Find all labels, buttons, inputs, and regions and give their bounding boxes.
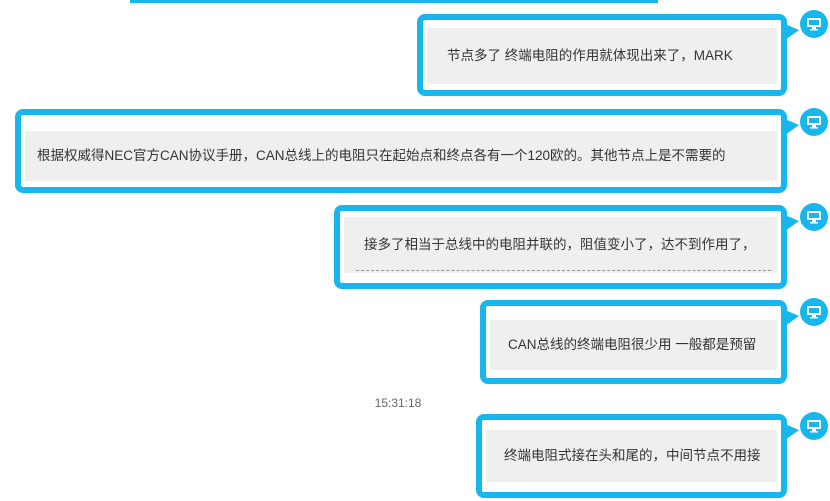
avatar[interactable] — [800, 108, 828, 136]
message-timestamp: 15:31:18 — [374, 396, 422, 410]
message-content: 根据权威得NEC官方CAN协议手册，CAN总线上的电阻只在起始点和终点各有一个1… — [25, 131, 777, 181]
avatar[interactable] — [800, 298, 828, 326]
monitor-icon — [807, 306, 821, 319]
message-content: 终端电阻式接在头和尾的，中间节点不用接 — [486, 430, 777, 482]
monitor-icon — [807, 211, 821, 224]
monitor-icon — [807, 420, 821, 433]
chat-window: 节点多了 终端电阻的作用就体现出来了，MARK 根据权威得NEC官方CAN协议手… — [0, 0, 830, 501]
message-bubble[interactable]: 根据权威得NEC官方CAN协议手册，CAN总线上的电阻只在起始点和终点各有一个1… — [15, 109, 799, 193]
message-text: 接多了相当于总线中的电阻并联的，阻值变小了，达不到作用了， — [364, 237, 756, 252]
message-bubble[interactable]: 节点多了 终端电阻的作用就体现出来了，MARK — [417, 14, 799, 96]
message-bubble[interactable]: 终端电阻式接在头和尾的，中间节点不用接 — [476, 414, 799, 498]
message-content: CAN总线的终端电阻很少用 一般都是预留 — [490, 320, 777, 370]
monitor-icon — [807, 116, 821, 129]
divider — [356, 270, 771, 271]
previous-message-border — [130, 0, 658, 3]
message-bubble[interactable]: CAN总线的终端电阻很少用 一般都是预留 — [480, 300, 799, 384]
message-text: 节点多了 终端电阻的作用就体现出来了，MARK — [447, 48, 733, 63]
message-text: CAN总线的终端电阻很少用 一般都是预留 — [508, 337, 757, 352]
avatar[interactable] — [800, 412, 828, 440]
message-text: 根据权威得NEC官方CAN协议手册，CAN总线上的电阻只在起始点和终点各有一个1… — [37, 148, 726, 163]
monitor-icon — [807, 18, 821, 31]
avatar[interactable] — [800, 203, 828, 231]
avatar[interactable] — [800, 10, 828, 38]
message-bubble[interactable]: 接多了相当于总线中的电阻并联的，阻值变小了，达不到作用了， — [334, 205, 799, 289]
message-content: 节点多了 终端电阻的作用就体现出来了，MARK — [427, 28, 777, 84]
message-content: 接多了相当于总线中的电阻并联的，阻值变小了，达不到作用了， — [344, 217, 777, 273]
message-text: 终端电阻式接在头和尾的，中间节点不用接 — [504, 448, 761, 463]
